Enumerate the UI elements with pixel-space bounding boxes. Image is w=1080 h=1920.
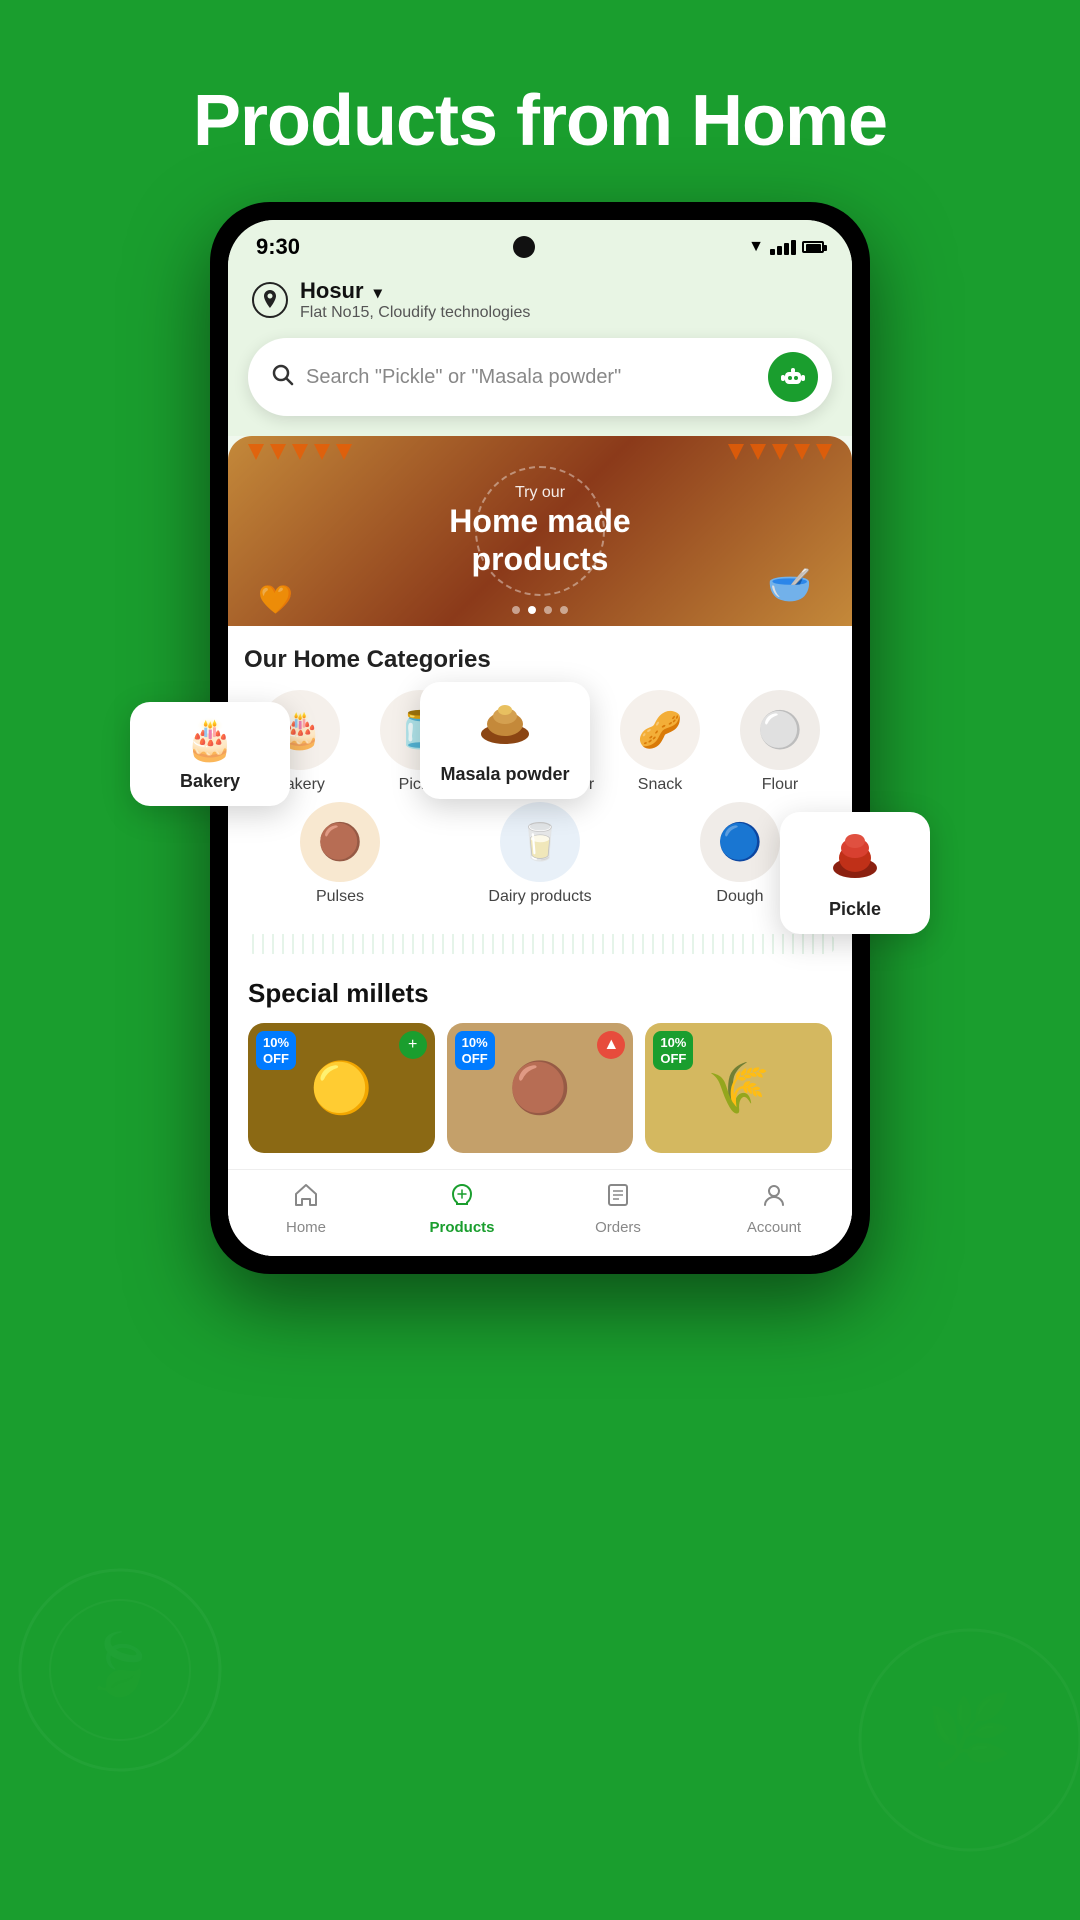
signal-icon [770, 240, 796, 255]
category-img-snack: 🥜 [620, 690, 700, 770]
phone-frame: 9:30 ▼ [210, 202, 870, 1274]
location-text: Hosur ▾ Flat No15, Cloudify technologies [300, 278, 530, 322]
float-masala-label: Masala powder [440, 764, 569, 785]
millet-card-1[interactable]: 🟡 10%OFF + [248, 1023, 435, 1153]
svg-text:🌿: 🌿 [926, 1691, 1013, 1771]
nav-label-orders: Orders [595, 1219, 641, 1236]
status-time: 9:30 [256, 234, 300, 260]
float-bakery-img: 🎂 [185, 716, 235, 763]
banner-try-text: Try our [449, 484, 630, 502]
location-address: Flat No15, Cloudify technologies [300, 304, 530, 322]
category-label-snack: Snack [638, 776, 682, 794]
millet-add-btn-1[interactable]: + [399, 1031, 427, 1059]
category-label-flour: Flour [762, 776, 798, 794]
category-img-dairy: 🥛 [500, 802, 580, 882]
status-bar: 9:30 ▼ [228, 220, 852, 268]
bottom-nav: Home Products [228, 1169, 852, 1256]
category-label-pulses: Pulses [316, 888, 364, 906]
banner-section: Try our Home madeproducts 🥣 🧡 [228, 436, 852, 626]
search-bar[interactable]: Search "Pickle" or "Masala powder" [248, 338, 832, 416]
millet-card-3[interactable]: 🌾 10%OFF [645, 1023, 832, 1153]
nav-item-orders[interactable]: Orders [578, 1182, 658, 1236]
city-name: Hosur ▾ [300, 278, 530, 304]
banner-dot [560, 606, 568, 614]
location-bar[interactable]: Hosur ▾ Flat No15, Cloudify technologies [228, 268, 852, 338]
millets-title: Special millets [248, 978, 832, 1009]
banner-dot [544, 606, 552, 614]
orders-icon [605, 1182, 631, 1215]
category-item-flour[interactable]: ⚪ Flour [725, 690, 835, 794]
search-input[interactable]: Search "Pickle" or "Masala powder" [306, 366, 768, 389]
category-item-pulses[interactable]: 🟤 Pulses [285, 802, 395, 906]
millet-card-2[interactable]: 🟤 10%OFF ▲ [447, 1023, 634, 1153]
camera-notch [513, 236, 535, 258]
search-icon [270, 362, 294, 393]
svg-text:🍃: 🍃 [83, 1628, 158, 1699]
chevron-down-icon: ▾ [374, 285, 382, 302]
ai-bot-button[interactable] [768, 352, 818, 402]
banner-flags [228, 444, 852, 460]
millet-badge-1: 10%OFF [256, 1031, 296, 1070]
products-icon [449, 1182, 475, 1215]
category-item-dough[interactable]: 🔵 Dough [685, 802, 795, 906]
millets-grid: 🟡 10%OFF + 🟤 10%OFF ▲ 🌾 1 [248, 1023, 832, 1153]
wifi-icon: ▼ [748, 238, 764, 256]
banner-dots [512, 606, 568, 614]
banner-dot-active [528, 606, 536, 614]
banner-main-text: Home madeproducts [449, 502, 630, 579]
home-icon [293, 1182, 319, 1215]
float-bakery-label: Bakery [180, 771, 240, 792]
status-icons: ▼ [748, 238, 824, 256]
banner-text: Try our Home madeproducts [449, 484, 630, 579]
category-item-snack[interactable]: 🥜 Snack [605, 690, 715, 794]
app-content: Try our Home madeproducts 🥣 🧡 [228, 436, 852, 1256]
nav-label-products: Products [429, 1219, 494, 1236]
category-img-pulses: 🟤 [300, 802, 380, 882]
nav-label-account: Account [747, 1219, 801, 1236]
float-card-bakery[interactable]: 🎂 Bakery [130, 702, 290, 806]
category-label-dough: Dough [716, 888, 763, 906]
millet-badge-3: 10%OFF [653, 1031, 693, 1070]
category-item-dairy[interactable]: 🥛 Dairy products [485, 802, 595, 906]
millet-badge-2: 10%OFF [455, 1031, 495, 1070]
location-icon [252, 282, 288, 318]
millets-section: Special millets 🟡 10%OFF + 🟤 10%OFF ▲ [228, 962, 852, 1169]
nav-item-account[interactable]: Account [734, 1182, 814, 1236]
nav-label-home: Home [286, 1219, 326, 1236]
nav-item-home[interactable]: Home [266, 1182, 346, 1236]
page-header: Products from Home [0, 0, 1080, 202]
float-masala-img [475, 696, 535, 756]
search-section: Search "Pickle" or "Masala powder" [228, 338, 852, 436]
float-card-masala[interactable]: Masala powder [420, 682, 590, 799]
category-label-dairy: Dairy products [488, 888, 591, 906]
banner-dot [512, 606, 520, 614]
account-icon [761, 1182, 787, 1215]
battery-icon [802, 241, 824, 253]
float-pickle-img [825, 826, 885, 891]
phone-wrapper: 9:30 ▼ [0, 202, 1080, 1274]
page-title: Products from Home [40, 80, 1040, 162]
categories-title: Our Home Categories [244, 646, 836, 674]
float-pickle-label: Pickle [829, 899, 881, 920]
nav-item-products[interactable]: Products [422, 1182, 502, 1236]
category-img-dough: 🔵 [700, 802, 780, 882]
float-card-pickle[interactable]: Pickle [780, 812, 930, 934]
wave-divider [244, 934, 836, 954]
banner-inner: Try our Home madeproducts 🥣 🧡 [228, 436, 852, 626]
category-img-flour: ⚪ [740, 690, 820, 770]
